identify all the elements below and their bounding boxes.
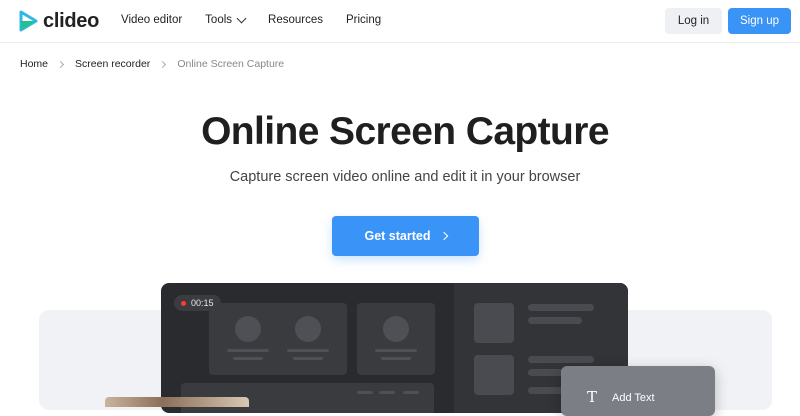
nav-pricing[interactable]: Pricing <box>346 14 381 26</box>
login-button[interactable]: Log in <box>665 8 722 34</box>
chevron-right-icon <box>159 60 167 68</box>
nav-resources[interactable]: Resources <box>268 14 323 26</box>
get-started-button[interactable]: Get started <box>332 216 479 256</box>
play-logo-icon <box>19 10 38 32</box>
chevron-down-icon <box>236 13 247 23</box>
nav-tools-label: Tools <box>205 14 233 26</box>
add-text-popup: T Add Text <box>561 366 715 416</box>
text-icon: T <box>587 388 598 406</box>
breadcrumb-screen-recorder[interactable]: Screen recorder <box>75 58 150 70</box>
preview-thumbnail <box>474 355 514 395</box>
chevron-right-icon <box>439 231 448 241</box>
page-subtitle: Capture screen video online and edit it … <box>229 169 581 185</box>
breadcrumb: Home Screen recorder Online Screen Captu… <box>20 58 284 70</box>
screen-preview-illustration: 00:15 <box>161 283 628 413</box>
site-header: clideo Video editor Tools Resources Pric… <box>0 0 800 43</box>
preview-thumbnail <box>474 303 514 343</box>
nav-video-editor[interactable]: Video editor <box>121 14 182 26</box>
nav-tools[interactable]: Tools <box>205 13 247 26</box>
photo-thumbnail <box>105 397 249 407</box>
record-dot-icon <box>181 300 186 306</box>
main-nav: Video editor Tools Resources Pricing <box>121 13 404 26</box>
get-started-label: Get started <box>364 229 431 243</box>
clideo-logo[interactable]: clideo <box>19 10 99 32</box>
chevron-right-icon <box>56 60 65 68</box>
brand-name: clideo <box>43 10 99 32</box>
breadcrumb-home[interactable]: Home <box>20 58 48 70</box>
breadcrumb-current: Online Screen Capture <box>177 58 285 70</box>
preview-card <box>357 303 435 375</box>
preview-card <box>269 303 347 375</box>
recording-timer-value: 00:15 <box>191 298 214 308</box>
recording-timer: 00:15 <box>174 295 221 311</box>
page-title: Online Screen Capture <box>201 110 609 153</box>
signup-button[interactable]: Sign up <box>728 8 791 34</box>
add-text-label: Add Text <box>612 392 655 404</box>
